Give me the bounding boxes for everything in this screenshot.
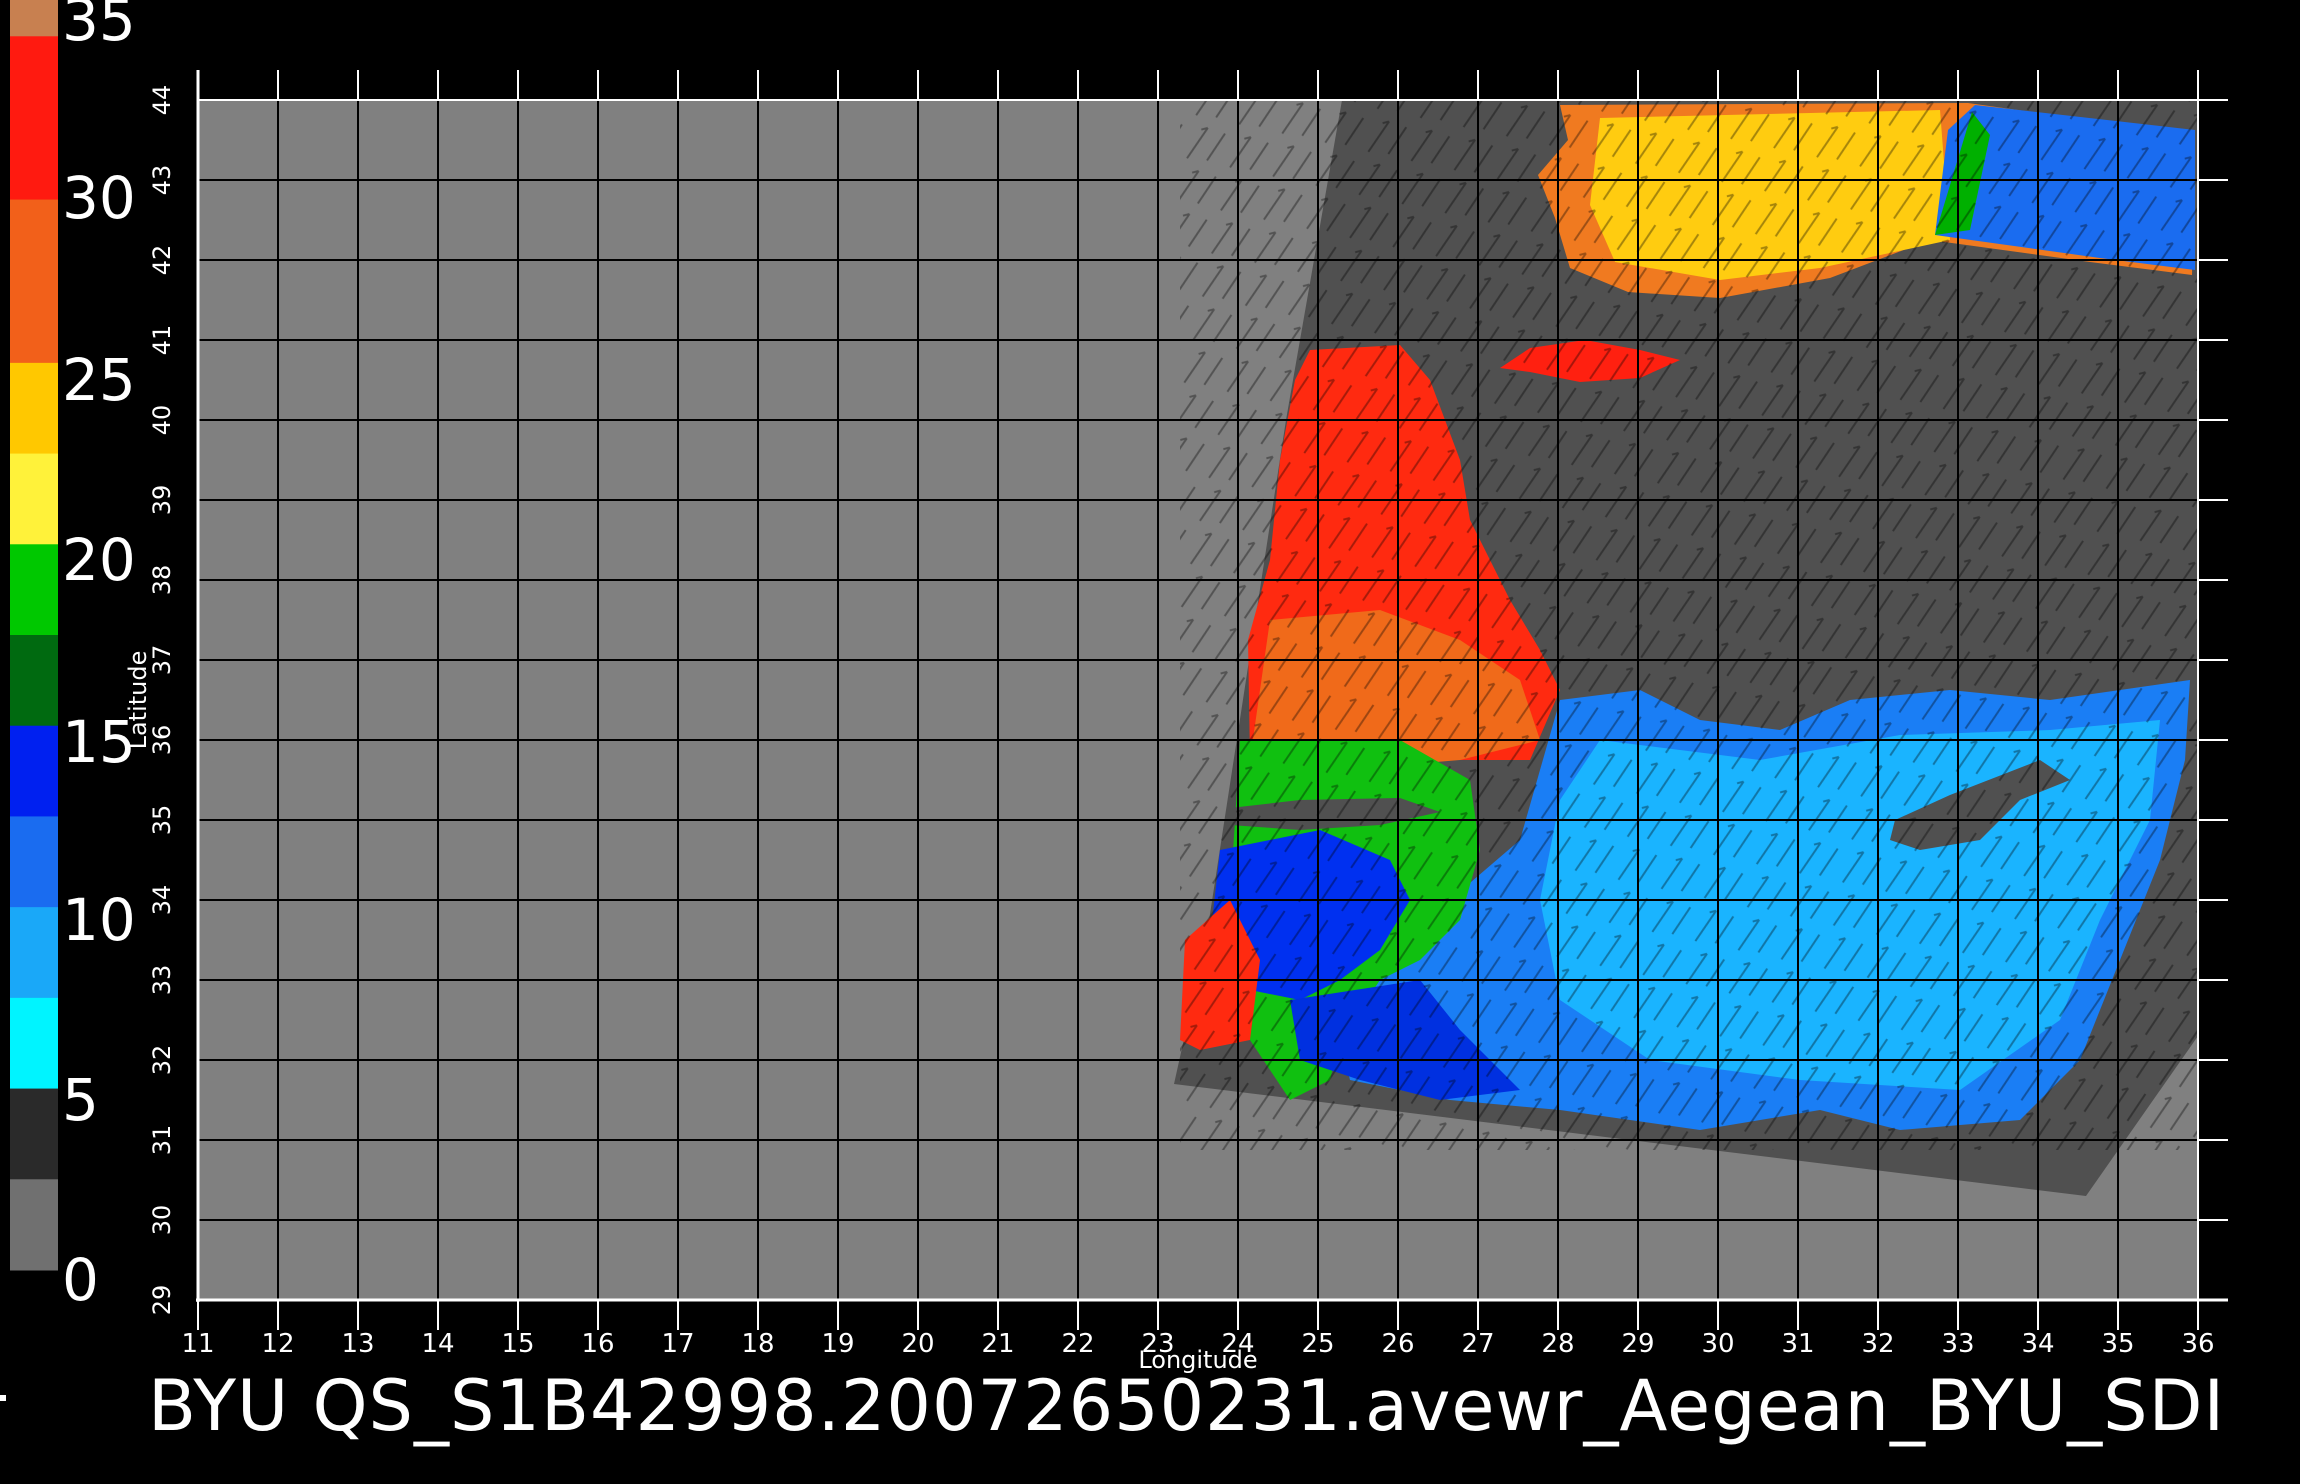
colorbar-segment (10, 816, 58, 908)
latitude-tick-label: 37 (148, 645, 176, 676)
latitude-tick-label: 30 (148, 1205, 176, 1236)
colorbar-label-20: 20 (62, 526, 136, 594)
latitude-tick-label: 44 (148, 85, 176, 116)
latitude-tick-label: 34 (148, 885, 176, 916)
longitude-tick-label: 30 (1701, 1329, 1734, 1359)
latitude-tick-label: 43 (148, 165, 176, 196)
longitude-tick-label: 15 (501, 1329, 534, 1359)
latitude-tick-label: 33 (148, 965, 176, 996)
longitude-tick-label: 14 (421, 1329, 454, 1359)
scatterometer-map: 35 30 25 20 15 10 5 0 11 12 13 14 15 16 … (10, 0, 2228, 1374)
colorbar-label-0: 0 (62, 1246, 99, 1314)
longitude-tick-label: 35 (2101, 1329, 2134, 1359)
longitude-tick-label: 16 (581, 1329, 614, 1359)
longitude-tick-label: 27 (1461, 1329, 1494, 1359)
colorbar-segment (10, 0, 58, 37)
longitude-tick-label: 25 (1301, 1329, 1334, 1359)
longitude-tick-label: 26 (1381, 1329, 1414, 1359)
colorbar-segment (10, 1088, 58, 1180)
colorbar-label-10: 10 (62, 886, 136, 954)
longitude-tick-label: 19 (821, 1329, 854, 1359)
longitude-tick-label: 28 (1541, 1329, 1574, 1359)
latitude-tick-label: 38 (148, 565, 176, 596)
colorbar-segment (10, 453, 58, 545)
colorbar-segment (10, 725, 58, 817)
longitude-tick-label: 32 (1861, 1329, 1894, 1359)
latitude-tick-labels: 29 30 31 32 33 34 35 36 37 38 39 40 41 42 43 44 (148, 85, 176, 1316)
y-axis-label: Latitude (124, 651, 152, 750)
latitude-tick-label: 36 (148, 725, 176, 756)
longitude-tick-label: 11 (181, 1329, 214, 1359)
latitude-tick-label: 39 (148, 485, 176, 516)
longitude-tick-label: 21 (981, 1329, 1014, 1359)
wind-speed-colorbar (10, 0, 58, 1271)
latitude-tick-label: 32 (148, 1045, 176, 1076)
colorbar-segment (10, 36, 58, 201)
wind-barbs-overlay (1180, 100, 2198, 1150)
map-figure: 35 30 25 20 15 10 5 0 11 12 13 14 15 16 … (0, 0, 2300, 1480)
colorbar-segment (10, 997, 58, 1090)
latitude-tick-label: 41 (148, 325, 176, 356)
colorbar-label-25: 25 (62, 346, 136, 414)
colorbar-segment (10, 907, 58, 999)
colorbar-segment (10, 199, 58, 364)
longitude-tick-label: 17 (661, 1329, 694, 1359)
footer-title: BYU QS_S1B42998.20072650231.avewr_Aegean… (148, 1365, 2226, 1447)
wind-speed-field (1180, 100, 2198, 1150)
colorbar-segment (10, 544, 58, 636)
longitude-tick-label: 20 (901, 1329, 934, 1359)
longitude-tick-label: 33 (1941, 1329, 1974, 1359)
latitude-tick-label: 31 (148, 1125, 176, 1156)
colorbar-label-35: 35 (62, 0, 136, 54)
colorbar-segment (10, 362, 58, 455)
colorbar-label-30: 30 (62, 164, 136, 232)
latitude-tick-label: 29 (148, 1285, 176, 1316)
latitude-tick-label: 35 (148, 805, 176, 836)
longitude-tick-label: 18 (741, 1329, 774, 1359)
footer-dot (0, 1395, 6, 1401)
longitude-tick-label: 22 (1061, 1329, 1094, 1359)
longitude-tick-label: 34 (2021, 1329, 2054, 1359)
longitude-tick-label: 31 (1781, 1329, 1814, 1359)
latitude-tick-label: 40 (148, 405, 176, 436)
colorbar-segment (10, 1179, 58, 1271)
longitude-tick-label: 13 (341, 1329, 374, 1359)
longitude-tick-label: 12 (261, 1329, 294, 1359)
longitude-tick-label: 29 (1621, 1329, 1654, 1359)
latitude-tick-label: 42 (148, 245, 176, 276)
colorbar-segment (10, 635, 58, 727)
colorbar-label-5: 5 (62, 1066, 99, 1134)
longitude-tick-label: 36 (2181, 1329, 2214, 1359)
